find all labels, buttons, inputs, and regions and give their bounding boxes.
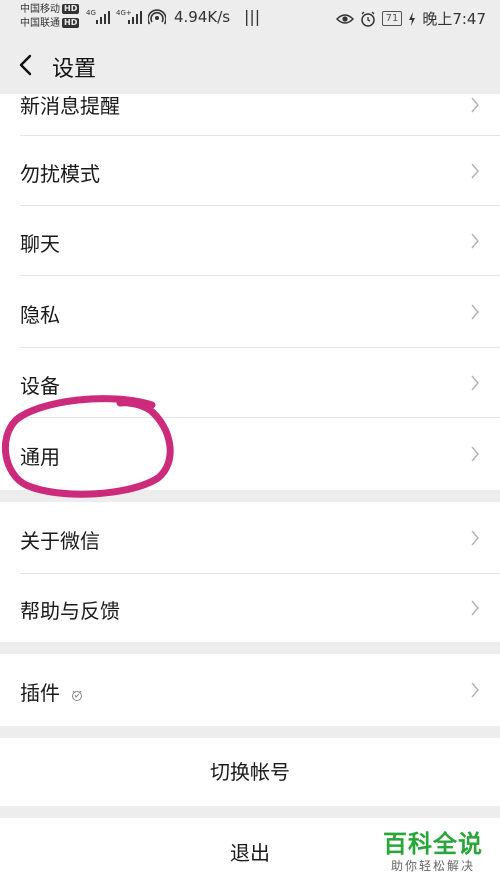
settings-item-plugins[interactable]: 插件 [0,654,500,726]
hotspot-icon [148,9,166,25]
network-speed: 4.94K/s [174,8,231,26]
settings-item-label: 通用 [20,445,60,469]
hd-badge: HD [62,4,80,14]
watermark-logo: 百科全说 助你轻松解决 [376,830,490,874]
chevron-right-icon [471,304,479,320]
watermark-subtitle: 助你轻松解决 [390,859,475,873]
plugin-badge-icon [72,690,82,701]
switch-account-label: 切换帐号 [210,760,290,784]
status-bar: 中国移动 HD 中国联通 HD 4G 4G+ 4.94K/s ||| 71 晚上7:… [0,0,500,36]
settings-item-do-not-disturb[interactable]: 勿扰模式 [0,136,500,206]
chevron-right-icon [471,600,479,616]
chevron-right-icon [471,97,479,113]
settings-item-label: 插件 [20,681,60,705]
settings-item-label: 聊天 [20,232,60,256]
right-status: 71 晚上7:47 [335,8,486,29]
settings-item-label: 关于微信 [20,529,100,553]
settings-item-help-feedback[interactable]: 帮助与反馈 [0,574,500,642]
settings-item-label: 隐私 [20,303,60,327]
battery-level: 71 [381,11,403,26]
settings-item-label: 帮助与反馈 [20,599,120,623]
eye-icon [335,13,354,24]
chevron-right-icon [471,682,479,698]
settings-item-new-message-alerts[interactable]: 新消息提醒 [0,94,500,136]
logout-label: 退出 [230,841,270,865]
settings-item-privacy[interactable]: 隐私 [0,276,500,348]
carrier-info: 中国移动 HD 中国联通 HD [20,3,80,31]
page-title: 设置 [52,57,97,82]
app-notification-icon: ||| [244,7,261,26]
hd-badge: HD [62,18,80,28]
chevron-right-icon [471,163,479,179]
signal-4g-plus-icon: 4G+ [116,9,142,24]
settings-item-label: 新消息提醒 [20,94,120,118]
clock: 晚上7:47 [422,10,486,28]
watermark-title: 百科全说 [383,830,483,858]
network-1-label: 4G [86,9,96,17]
chevron-right-icon [471,446,479,462]
chevron-right-icon [471,530,479,546]
network-2-label: 4G+ [116,9,132,17]
chevron-right-icon [471,375,479,391]
back-arrow-icon[interactable] [16,53,36,77]
settings-item-label: 勿扰模式 [20,162,100,186]
settings-item-about-wechat[interactable]: 关于微信 [0,502,500,574]
settings-item-devices[interactable]: 设备 [0,348,500,418]
carrier-1: 中国移动 [20,4,60,15]
signal-4g-icon: 4G [86,9,110,24]
charging-icon [409,11,416,26]
chevron-right-icon [471,233,479,249]
carrier-2: 中国联通 [20,18,60,29]
settings-item-chat[interactable]: 聊天 [0,206,500,276]
navigation-bar: 设置 [0,36,500,94]
switch-account-button[interactable]: 切换帐号 [0,738,500,806]
settings-item-label: 设备 [20,374,60,398]
settings-item-general[interactable]: 通用 [0,418,500,490]
alarm-icon [360,11,375,27]
